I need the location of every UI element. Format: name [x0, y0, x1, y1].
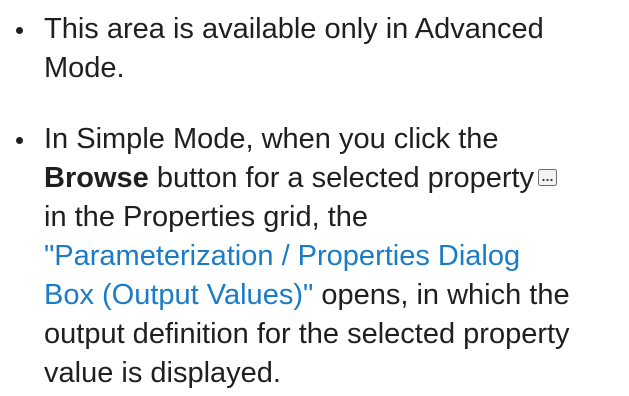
text-line: In Simple Mode, when you click the: [44, 123, 499, 155]
browse-label: Browse: [44, 162, 149, 194]
text-line: in the Properties grid, the: [44, 201, 369, 233]
bullet-dot: [16, 27, 23, 34]
text-line: This area is available only in Advanced: [44, 13, 544, 45]
parameterization-dialog-link[interactable]: "Parameterization / Properties Dialog: [44, 240, 520, 272]
text-line: "Parameterization / Properties Dialog: [44, 237, 619, 276]
list-item: This area is available only in Advanced …: [0, 10, 619, 88]
text-fragment: opens, in which the: [313, 279, 570, 311]
text-line: Browse button for a selected property: [44, 159, 619, 198]
text-line: Box (Output Values)" opens, in which the: [44, 276, 619, 315]
text-fragment: button for a selected property: [148, 162, 535, 194]
list-item: In Simple Mode, when you click the Brows…: [0, 120, 619, 393]
parameterization-dialog-link[interactable]: Box (Output Values)": [44, 279, 313, 311]
bullet-dot: [16, 137, 23, 144]
ellipsis-button-icon[interactable]: [538, 169, 558, 186]
text-line: value is displayed.: [44, 357, 281, 389]
text-line: Mode.: [44, 52, 125, 84]
text-line: output definition for the selected prope…: [44, 318, 570, 350]
bullet-list: This area is available only in Advanced …: [0, 0, 629, 393]
